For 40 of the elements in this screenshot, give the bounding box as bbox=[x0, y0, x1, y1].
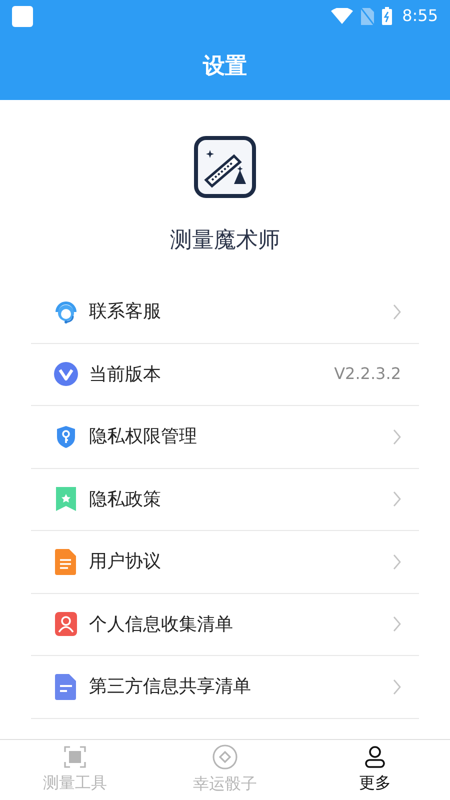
chevron-right-icon bbox=[393, 491, 401, 508]
chevron-right-icon bbox=[393, 554, 401, 570]
app-notification-icon bbox=[12, 6, 33, 26]
document-icon bbox=[55, 548, 77, 575]
chevron-right-icon bbox=[393, 304, 401, 320]
bookmark-star-icon bbox=[55, 487, 77, 512]
row-label: 第三方信息共享清单 bbox=[89, 675, 252, 700]
row-label: 隐私政策 bbox=[89, 488, 162, 512]
settings-row[interactable]: 隐私权限管理 bbox=[31, 406, 419, 468]
settings-row[interactable]: 联系客服 bbox=[31, 281, 419, 344]
chevron-right-icon bbox=[393, 678, 401, 695]
headset-icon bbox=[53, 298, 79, 325]
chevron-right-icon bbox=[393, 428, 401, 445]
nav-tab[interactable]: 更多 bbox=[300, 740, 450, 800]
row-label: 联系客服 bbox=[89, 300, 162, 324]
row-label: 当前版本 bbox=[89, 362, 162, 387]
dice-icon bbox=[212, 744, 238, 770]
settings-row[interactable]: 第三方信息共享清单 bbox=[31, 656, 419, 718]
page-title: 设置 bbox=[203, 52, 247, 80]
person-card-icon bbox=[55, 612, 77, 636]
clock-time: 8:55 bbox=[402, 5, 438, 27]
app-logo-icon bbox=[194, 136, 256, 198]
settings-row[interactable]: 当前版本 V2.2.3.2 bbox=[31, 344, 419, 406]
row-label: 用户协议 bbox=[89, 550, 162, 574]
no-sim-icon bbox=[361, 8, 374, 24]
shield-key-icon bbox=[55, 424, 77, 449]
battery-charging-icon bbox=[382, 7, 392, 25]
chevron-right-icon bbox=[393, 616, 401, 632]
settings-row[interactable]: 个人信息收集清单 bbox=[31, 594, 419, 656]
user-icon bbox=[364, 745, 386, 769]
settings-row[interactable]: 用户协议 bbox=[31, 531, 419, 594]
row-label: 隐私权限管理 bbox=[89, 425, 198, 450]
file-icon bbox=[55, 674, 77, 700]
scan-icon bbox=[63, 745, 87, 769]
v-logo-icon bbox=[54, 362, 78, 386]
settings-row[interactable]: 隐私政策 bbox=[31, 468, 419, 531]
row-label: 个人信息收集清单 bbox=[89, 612, 234, 637]
wifi-icon bbox=[331, 8, 354, 24]
app-name: 测量魔术师 bbox=[170, 227, 280, 255]
version-value: V2.2.3.2 bbox=[334, 363, 401, 386]
